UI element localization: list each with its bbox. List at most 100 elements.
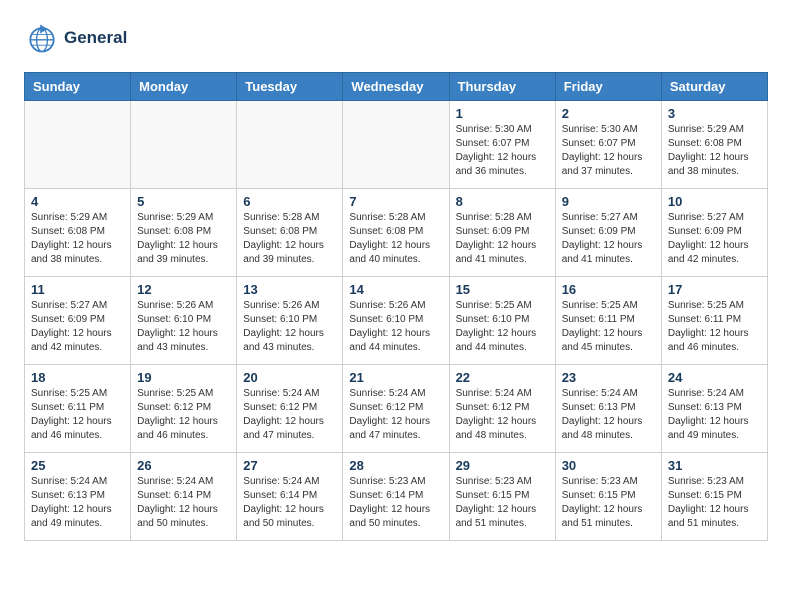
day-cell: 29Sunrise: 5:23 AM Sunset: 6:15 PM Dayli… <box>449 453 555 541</box>
day-info: Sunrise: 5:24 AM Sunset: 6:13 PM Dayligh… <box>31 475 124 531</box>
day-cell: 21 Sunrise: 5:24 AM Sunset: 6:12 PM Dayli… <box>343 365 449 453</box>
day-info: Sunrise: 5:24 AM Sunset: 6:12 PM Dayligh… <box>243 387 336 443</box>
day-number: 8 <box>456 194 549 209</box>
day-number: 15 <box>456 282 549 297</box>
day-cell: 7 Sunrise: 5:28 AM Sunset: 6:08 PM Daylig… <box>343 189 449 277</box>
page: General SundayMondayTuesdayWednesdayThur… <box>0 0 792 561</box>
day-number: 23 <box>562 370 655 385</box>
day-number: 21 <box>349 370 442 385</box>
day-number: 13 <box>243 282 336 297</box>
weekday-header-tuesday: Tuesday <box>237 73 343 101</box>
day-number: 3 <box>668 106 761 121</box>
day-cell: 12 Sunrise: 5:26 AM Sunset: 6:10 PM Dayli… <box>131 277 237 365</box>
day-cell: 16 Sunrise: 5:25 AM Sunset: 6:11 PM Dayli… <box>555 277 661 365</box>
day-number: 2 <box>562 106 655 121</box>
day-info: Sunrise: 5:27 AM Sunset: 6:09 PM Dayligh… <box>31 299 124 355</box>
day-info: Sunrise: 5:28 AM Sunset: 6:09 PM Dayligh… <box>456 211 549 267</box>
day-cell: 18Sunrise: 5:25 AM Sunset: 6:11 PM Dayli… <box>25 365 131 453</box>
day-number: 7 <box>349 194 442 209</box>
day-info: Sunrise: 5:26 AM Sunset: 6:10 PM Dayligh… <box>349 299 442 355</box>
day-cell: 25 Sunrise: 5:24 AM Sunset: 6:13 PM Dayli… <box>25 453 131 541</box>
day-info: Sunrise: 5:28 AM Sunset: 6:08 PM Dayligh… <box>349 211 442 267</box>
day-info: Sunrise: 5:27 AM Sunset: 6:09 PM Dayligh… <box>668 211 761 267</box>
day-cell: 28Sunrise: 5:23 AM Sunset: 6:14 PM Dayli… <box>343 453 449 541</box>
day-number: 10 <box>668 194 761 209</box>
day-info: Sunrise: 5:26 AM Sunset: 6:10 PM Dayligh… <box>243 299 336 355</box>
week-row-3: 11 Sunrise: 5:27 AM Sunset: 6:09 PM Dayli… <box>25 277 768 365</box>
day-cell: 26 Sunrise: 5:24 AM Sunset: 6:14 PM Dayli… <box>131 453 237 541</box>
weekday-header-friday: Friday <box>555 73 661 101</box>
day-cell: 13 Sunrise: 5:26 AM Sunset: 6:10 PM Dayli… <box>237 277 343 365</box>
day-info: Sunrise: 5:24 AM Sunset: 6:13 PM Dayligh… <box>562 387 655 443</box>
day-info: Sunrise: 5:26 AM Sunset: 6:10 PM Dayligh… <box>137 299 230 355</box>
day-info: Sunrise: 5:24 AM Sunset: 6:13 PM Dayligh… <box>668 387 761 443</box>
day-number: 25 <box>31 458 124 473</box>
day-info: Sunrise: 5:29 AM Sunset: 6:08 PM Dayligh… <box>137 211 230 267</box>
weekday-header-wednesday: Wednesday <box>343 73 449 101</box>
day-cell: 15 Sunrise: 5:25 AM Sunset: 6:10 PM Dayli… <box>449 277 555 365</box>
day-number: 30 <box>562 458 655 473</box>
day-info: Sunrise: 5:25 AM Sunset: 6:10 PM Dayligh… <box>456 299 549 355</box>
day-info: Sunrise: 5:30 AM Sunset: 6:07 PM Dayligh… <box>456 123 549 179</box>
day-cell: 22Sunrise: 5:24 AM Sunset: 6:12 PM Dayli… <box>449 365 555 453</box>
day-cell: 6 Sunrise: 5:28 AM Sunset: 6:08 PM Daylig… <box>237 189 343 277</box>
day-number: 4 <box>31 194 124 209</box>
day-cell <box>237 101 343 189</box>
day-cell <box>131 101 237 189</box>
day-cell: 10 Sunrise: 5:27 AM Sunset: 6:09 PM Dayli… <box>661 189 767 277</box>
day-cell <box>25 101 131 189</box>
week-row-5: 25 Sunrise: 5:24 AM Sunset: 6:13 PM Dayli… <box>25 453 768 541</box>
day-info: Sunrise: 5:29 AM Sunset: 6:08 PM Dayligh… <box>31 211 124 267</box>
weekday-header-saturday: Saturday <box>661 73 767 101</box>
week-row-1: 1 Sunrise: 5:30 AM Sunset: 6:07 PM Daylig… <box>25 101 768 189</box>
day-cell: 11 Sunrise: 5:27 AM Sunset: 6:09 PM Dayli… <box>25 277 131 365</box>
day-cell: 23 Sunrise: 5:24 AM Sunset: 6:13 PM Dayli… <box>555 365 661 453</box>
day-number: 27 <box>243 458 336 473</box>
day-cell: 31 Sunrise: 5:23 AM Sunset: 6:15 PM Dayli… <box>661 453 767 541</box>
day-number: 5 <box>137 194 230 209</box>
day-number: 12 <box>137 282 230 297</box>
day-cell: 20 Sunrise: 5:24 AM Sunset: 6:12 PM Dayli… <box>237 365 343 453</box>
day-info: Sunrise: 5:24 AM Sunset: 6:14 PM Dayligh… <box>243 475 336 531</box>
weekday-header-row: SundayMondayTuesdayWednesdayThursdayFrid… <box>25 73 768 101</box>
day-number: 1 <box>456 106 549 121</box>
day-info: Sunrise: 5:24 AM Sunset: 6:12 PM Dayligh… <box>349 387 442 443</box>
day-info: Sunrise: 5:23 AM Sunset: 6:15 PM Dayligh… <box>668 475 761 531</box>
day-cell: 27 Sunrise: 5:24 AM Sunset: 6:14 PM Dayli… <box>237 453 343 541</box>
day-number: 26 <box>137 458 230 473</box>
logo-text: General <box>64 28 127 48</box>
day-info: Sunrise: 5:29 AM Sunset: 6:08 PM Dayligh… <box>668 123 761 179</box>
weekday-header-thursday: Thursday <box>449 73 555 101</box>
day-info: Sunrise: 5:25 AM Sunset: 6:11 PM Dayligh… <box>562 299 655 355</box>
day-number: 24 <box>668 370 761 385</box>
week-row-2: 4 Sunrise: 5:29 AM Sunset: 6:08 PM Daylig… <box>25 189 768 277</box>
day-number: 19 <box>137 370 230 385</box>
day-cell: 30 Sunrise: 5:23 AM Sunset: 6:15 PM Dayli… <box>555 453 661 541</box>
day-info: Sunrise: 5:24 AM Sunset: 6:14 PM Dayligh… <box>137 475 230 531</box>
day-info: Sunrise: 5:23 AM Sunset: 6:15 PM Dayligh… <box>562 475 655 531</box>
day-number: 31 <box>668 458 761 473</box>
day-number: 6 <box>243 194 336 209</box>
day-cell: 8 Sunrise: 5:28 AM Sunset: 6:09 PM Daylig… <box>449 189 555 277</box>
day-number: 20 <box>243 370 336 385</box>
week-row-4: 18Sunrise: 5:25 AM Sunset: 6:11 PM Dayli… <box>25 365 768 453</box>
day-number: 17 <box>668 282 761 297</box>
day-cell: 4 Sunrise: 5:29 AM Sunset: 6:08 PM Daylig… <box>25 189 131 277</box>
weekday-header-sunday: Sunday <box>25 73 131 101</box>
day-cell: 24 Sunrise: 5:24 AM Sunset: 6:13 PM Dayli… <box>661 365 767 453</box>
day-info: Sunrise: 5:25 AM Sunset: 6:12 PM Dayligh… <box>137 387 230 443</box>
day-info: Sunrise: 5:25 AM Sunset: 6:11 PM Dayligh… <box>31 387 124 443</box>
day-number: 16 <box>562 282 655 297</box>
day-cell: 19 Sunrise: 5:25 AM Sunset: 6:12 PM Dayli… <box>131 365 237 453</box>
day-info: Sunrise: 5:28 AM Sunset: 6:08 PM Dayligh… <box>243 211 336 267</box>
day-info: Sunrise: 5:23 AM Sunset: 6:14 PM Dayligh… <box>349 475 442 531</box>
header: General <box>24 20 768 56</box>
day-number: 11 <box>31 282 124 297</box>
day-info: Sunrise: 5:24 AM Sunset: 6:12 PM Dayligh… <box>456 387 549 443</box>
day-number: 14 <box>349 282 442 297</box>
weekday-header-monday: Monday <box>131 73 237 101</box>
day-cell: 3 Sunrise: 5:29 AM Sunset: 6:08 PM Daylig… <box>661 101 767 189</box>
day-info: Sunrise: 5:23 AM Sunset: 6:15 PM Dayligh… <box>456 475 549 531</box>
day-number: 9 <box>562 194 655 209</box>
day-info: Sunrise: 5:30 AM Sunset: 6:07 PM Dayligh… <box>562 123 655 179</box>
